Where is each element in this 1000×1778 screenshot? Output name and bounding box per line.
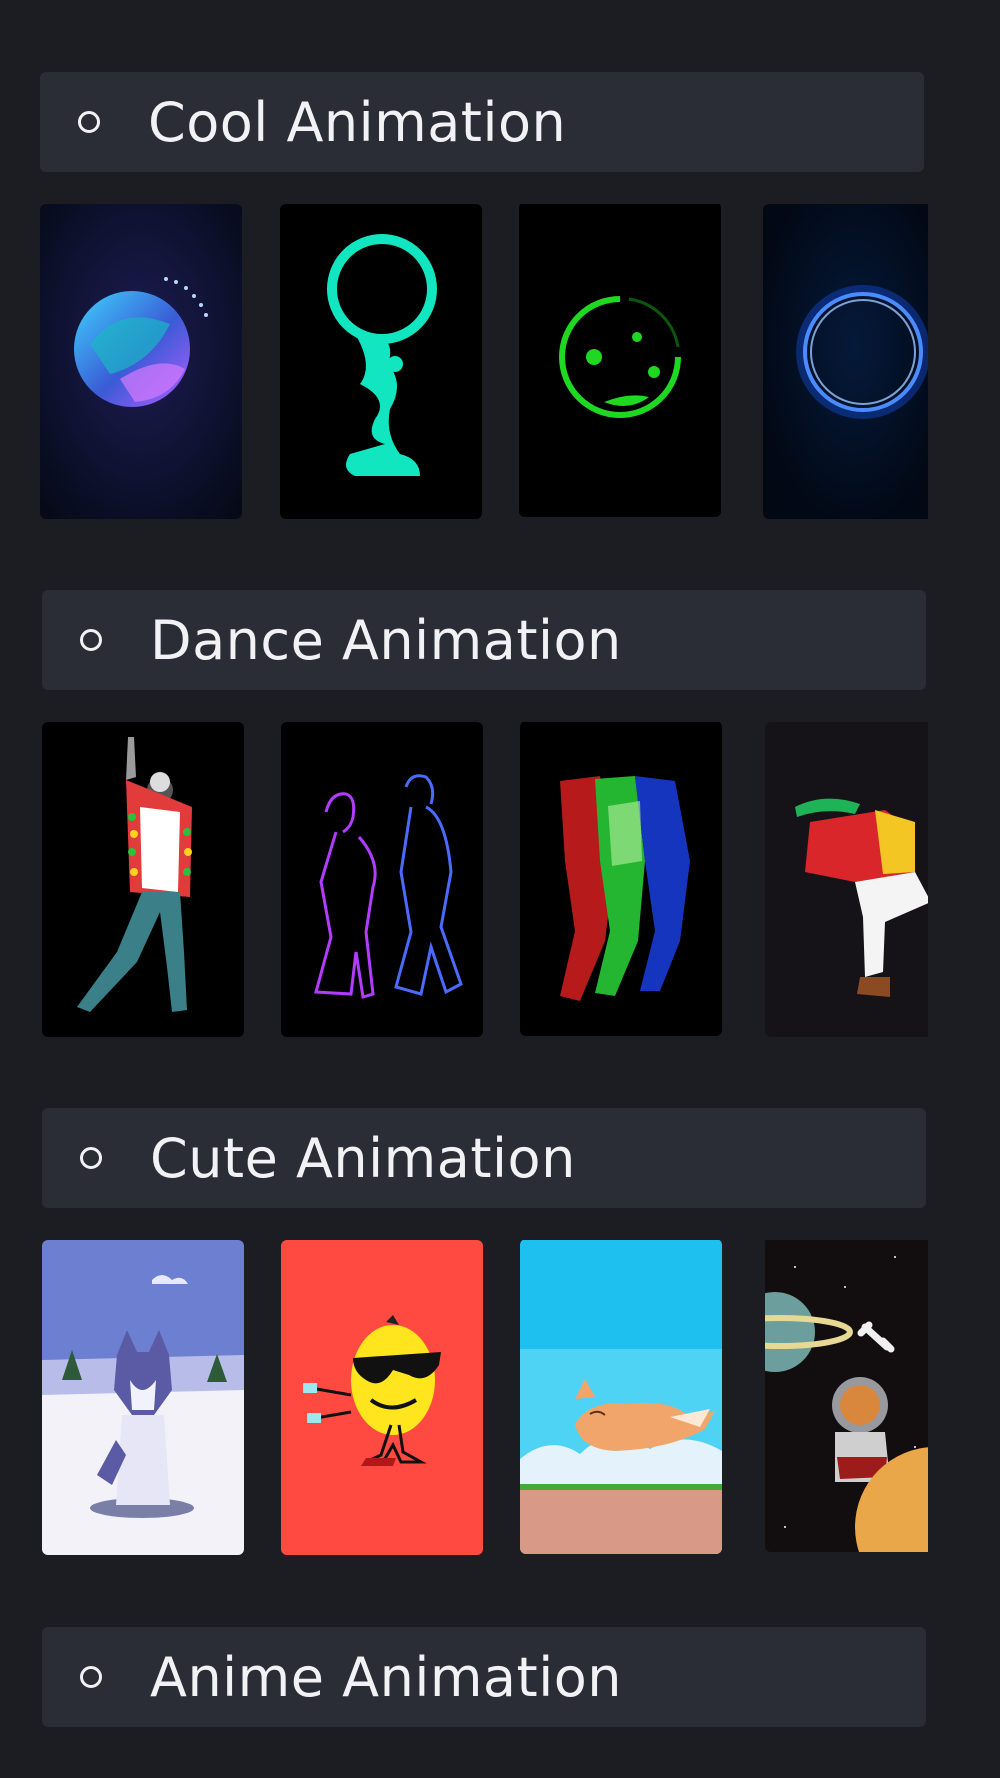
animation-thumbnail[interactable] bbox=[519, 204, 721, 517]
thumbnail-row-dance[interactable] bbox=[0, 722, 928, 1042]
animation-thumbnail[interactable] bbox=[765, 722, 928, 1037]
section-header-dance[interactable]: Dance Animation bbox=[42, 590, 926, 690]
animation-thumbnail[interactable] bbox=[520, 722, 722, 1036]
animation-thumbnail[interactable] bbox=[42, 722, 244, 1037]
thumbnail-row-cute[interactable] bbox=[0, 1240, 928, 1560]
animation-thumbnail[interactable] bbox=[763, 204, 928, 519]
thumbnail-row-cool[interactable] bbox=[0, 204, 928, 524]
animation-thumbnail[interactable] bbox=[520, 1240, 722, 1554]
circle-bullet-icon bbox=[80, 629, 102, 651]
circle-bullet-icon bbox=[80, 1147, 102, 1169]
animation-thumbnail[interactable] bbox=[280, 204, 482, 519]
section-title: Anime Animation bbox=[150, 1645, 622, 1709]
section-title: Cool Animation bbox=[148, 90, 567, 154]
circle-bullet-icon bbox=[80, 1666, 102, 1688]
animation-thumbnail[interactable] bbox=[42, 1240, 244, 1555]
section-title: Cute Animation bbox=[150, 1126, 576, 1190]
animation-thumbnail[interactable] bbox=[765, 1240, 928, 1552]
animation-thumbnail[interactable] bbox=[40, 204, 242, 519]
animation-thumbnail[interactable] bbox=[281, 1240, 483, 1555]
circle-bullet-icon bbox=[78, 111, 100, 133]
section-title: Dance Animation bbox=[150, 608, 622, 672]
animation-thumbnail[interactable] bbox=[281, 722, 483, 1037]
section-header-cute[interactable]: Cute Animation bbox=[42, 1108, 926, 1208]
section-header-cool[interactable]: Cool Animation bbox=[40, 72, 924, 172]
section-header-anime[interactable]: Anime Animation bbox=[42, 1627, 926, 1727]
